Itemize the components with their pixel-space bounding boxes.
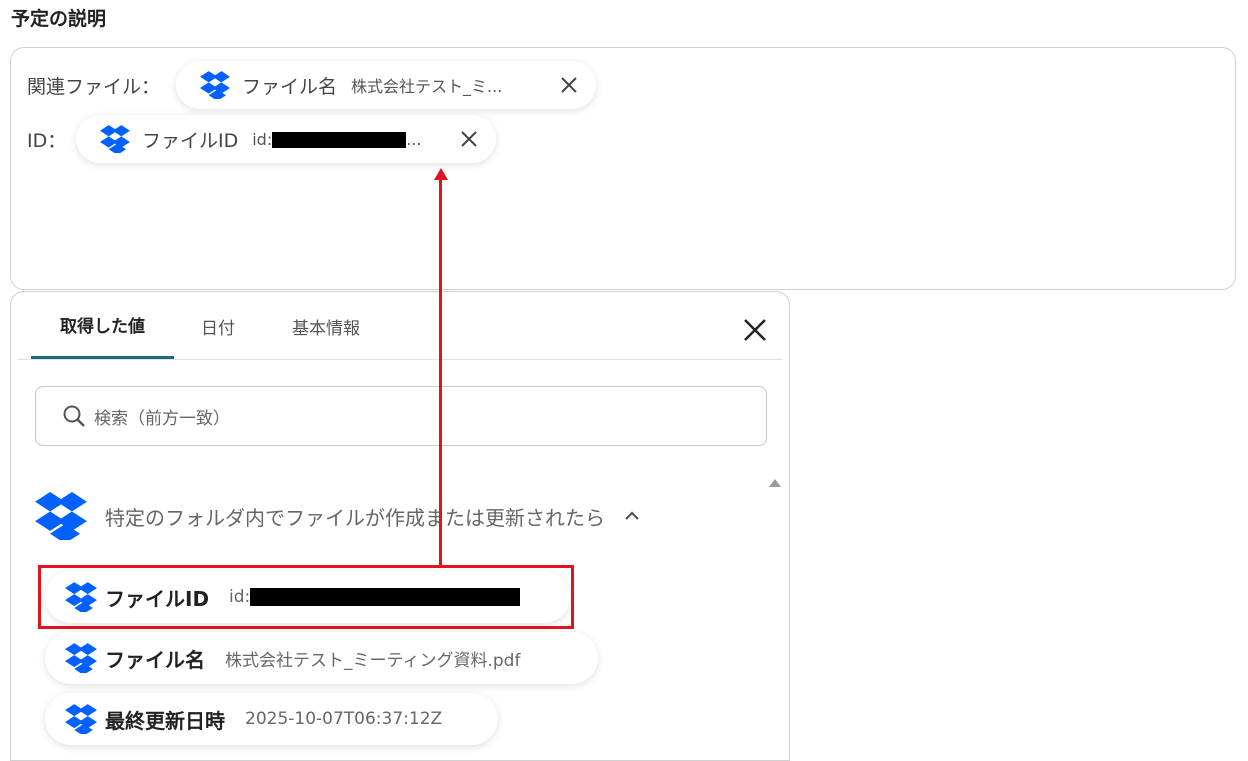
dropbox-icon	[65, 704, 97, 734]
token-value: 株式会社テスト_ミ...	[351, 77, 503, 96]
value-picker-popup: 取得した値 日付 基本情報 検索（前方一致） 特定のフォルダ内でファイルが作成ま…	[10, 291, 790, 761]
redaction-bar	[272, 132, 407, 148]
file-name-token[interactable]: ファイル名 株式会社テスト_ミ...	[176, 61, 596, 109]
dropbox-icon	[200, 71, 230, 99]
search-input[interactable]: 検索（前方一致）	[35, 386, 767, 446]
tab-basic-info[interactable]: 基本情報	[262, 292, 390, 360]
tab-date[interactable]: 日付	[174, 292, 262, 360]
item-value: id:	[229, 587, 521, 607]
tab-bar: 取得した値 日付 基本情報	[31, 292, 390, 360]
item-name: ファイル名	[105, 647, 205, 672]
tab-divider	[17, 359, 783, 360]
dropbox-icon	[35, 492, 87, 540]
dropbox-icon	[65, 582, 97, 612]
item-name: 最終更新日時	[105, 708, 225, 733]
token-value: id:...	[252, 129, 422, 149]
list-item-file-name[interactable]: ファイル名 株式会社テスト_ミーティング資料.pdf	[45, 632, 598, 684]
annotation-arrow	[439, 178, 442, 568]
search-icon	[63, 405, 85, 427]
item-value: 株式会社テスト_ミーティング資料.pdf	[225, 650, 521, 671]
close-icon[interactable]	[458, 128, 480, 150]
description-field[interactable]: 関連ファイル： ID： ファイル名 株式会社テスト_ミ... ファイルID id…	[10, 47, 1236, 290]
tab-retrieved-values[interactable]: 取得した値	[31, 292, 174, 360]
dropbox-icon	[100, 125, 130, 153]
token-name: ファイルID	[142, 129, 239, 152]
scroll-up-arrow-icon[interactable]	[769, 479, 781, 487]
close-icon[interactable]	[743, 318, 767, 342]
related-file-label: 関連ファイル：	[27, 76, 161, 98]
item-name: ファイルID	[105, 586, 210, 611]
redaction-bar	[250, 588, 521, 606]
item-value: 2025-10-07T06:37:12Z	[245, 709, 443, 729]
list-item-last-modified[interactable]: 最終更新日時 2025-10-07T06:37:12Z	[45, 693, 498, 745]
list-item-file-id[interactable]: ファイルID id:	[45, 571, 570, 623]
close-icon[interactable]	[558, 74, 580, 96]
search-placeholder: 検索（前方一致）	[94, 408, 230, 429]
chevron-up-icon[interactable]	[623, 507, 641, 525]
dropbox-icon	[65, 643, 97, 673]
group-title: 特定のフォルダ内でファイルが作成または更新されたら	[105, 505, 605, 530]
trigger-group-header[interactable]: 特定のフォルダ内でファイルが作成または更新されたら	[35, 492, 641, 540]
id-label: ID：	[27, 130, 67, 152]
annotation-arrowhead	[434, 168, 448, 180]
section-title: 予定の説明	[11, 8, 107, 30]
token-name: ファイル名	[242, 75, 338, 98]
file-id-token[interactable]: ファイルID id:...	[76, 115, 496, 163]
